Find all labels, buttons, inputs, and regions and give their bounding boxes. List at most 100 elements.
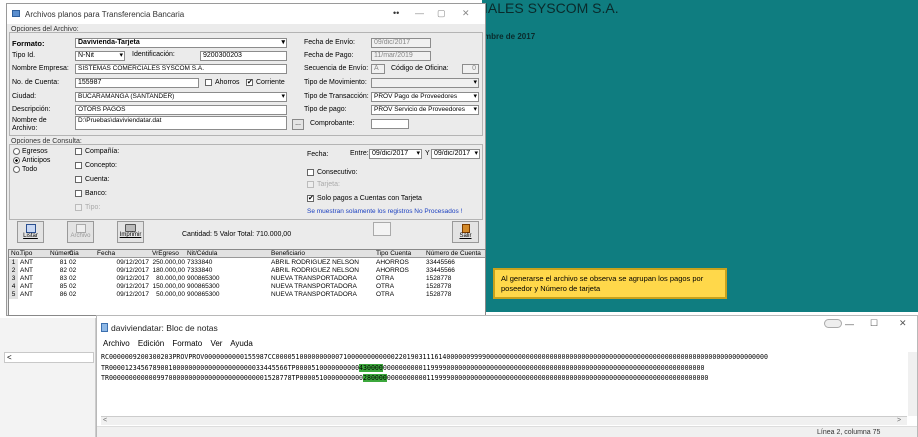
text-line-3-highlight: 280000 [363,374,387,382]
notepad-textarea[interactable]: RC0000009200300203PROVPROV00000000001559… [101,352,907,415]
narch-field[interactable]: D:\Pruebas\daviviendatar.dat [75,116,287,130]
table-row[interactable]: 2 ANT 82 02 09/12/2017 180.000,00 7333840 ABRIL… [9,267,485,275]
tarjeta-checkbox[interactable] [307,181,314,188]
browse-button[interactable]: ... [292,119,304,130]
solo-tarjeta-checkbox[interactable]: ✔ [307,195,314,202]
codofi-field[interactable]: 0 [462,64,479,74]
table-cell: ANT [20,275,33,282]
fecha-label: Fecha: [307,151,329,158]
table-cell: 900865300 [187,291,220,298]
text-line-2-highlight: 430000 [359,363,383,372]
fpago-field[interactable]: 11/mar/2019 [371,51,431,61]
menu-ver[interactable]: Ver [210,339,222,348]
table-header [9,250,485,258]
tipopago-select[interactable]: PROV Servicio de Proveedores [371,105,479,115]
tipo-checkbox[interactable] [75,204,82,211]
transfer-window: Archivos planos para Transferencia Banca… [6,3,486,316]
nombre-label: Nombre Empresa: [12,65,69,72]
salir-label: Salir [459,233,472,239]
notepad-window: daviviendatar: Bloc de notas — ☐ ✕ Archi… [96,315,918,437]
tipomov-select[interactable] [371,78,479,88]
fecha-hasta-field[interactable]: 09/dic/2017 [431,149,480,159]
table-cell: 7333840 [187,259,213,266]
table-cell: ABRIL RODRIGUEZ NELSON [271,267,359,274]
ahorros-checkbox[interactable] [205,79,212,86]
payments-table[interactable]: No. Tipo Número Cia Fecha VrEgreso Nit/Cédula B… [8,249,486,316]
window-extra-icon[interactable]: •• [393,8,399,18]
background-panel [0,318,96,437]
menu-ayuda[interactable]: Ayuda [230,339,253,348]
table-cell: 900865300 [187,275,220,282]
check-icon[interactable] [373,222,391,236]
imprimir-button[interactable]: Imprimir [117,221,144,243]
tipoid-select[interactable]: N-Nit [75,51,125,61]
table-row[interactable]: 1 ANT 81 02 09/12/2017 250.000,00 7333840 ABRIL… [9,259,485,267]
egresos-radio[interactable] [13,148,20,155]
cuenta-field[interactable]: 155987 [75,78,199,88]
table-cell: 09/12/2017 [116,275,149,282]
table-cell: 5 [9,291,18,299]
desc-field[interactable]: OTORS PAGOS [75,105,287,115]
table-row[interactable]: 3 ANT 83 02 09/12/2017 80.000,00 900865300 NUEV… [9,275,485,283]
column-header[interactable]: Número de Cuenta [426,250,481,258]
listar-button[interactable]: Listar [17,221,44,243]
table-row[interactable]: 5 ANT 86 02 09/12/2017 50.000,00 900865300 NUEV… [9,291,485,299]
notepad-minimize[interactable]: — [845,319,854,329]
hscroll-right-icon[interactable]: > [897,417,901,424]
notepad-vscroll[interactable] [908,352,917,416]
concepto-checkbox[interactable] [75,162,82,169]
table-row[interactable]: 4 ANT 85 02 09/12/2017 150.000,00 900865300 NUE… [9,283,485,291]
column-header[interactable]: Cia [69,250,79,258]
table-cell: 02 [69,259,77,266]
cuenta-checkbox[interactable] [75,176,82,183]
menu-archivo[interactable]: Archivo [103,339,130,348]
column-header[interactable]: Tipo Cuenta [376,250,411,258]
menu-edicion[interactable]: Edición [138,339,164,348]
banco-checkbox[interactable] [75,190,82,197]
notepad-extra-icon[interactable] [824,319,842,328]
cantidad-text: Cantidad: 5 Valor Total: 710.000,00 [182,231,292,238]
solo-tarjeta-label: Solo pagos a Cuentas con Tarjeta [317,195,422,202]
background-scrollbar[interactable]: < [4,352,94,363]
compania-label: Compañía: [85,148,120,155]
notepad-maximize[interactable]: ☐ [870,318,878,329]
table-cell: ANT [20,283,33,290]
formato-select[interactable]: Davivienda-Tarjeta [75,38,287,48]
cuenta-label: No. de Cuenta: [12,79,60,86]
notepad-hscroll[interactable]: < > [101,416,907,425]
menu-formato[interactable]: Formato [172,339,202,348]
column-header[interactable]: Fecha [97,250,115,258]
anticipos-radio[interactable] [13,157,20,164]
close-button[interactable]: ✕ [462,8,470,19]
ident-field[interactable]: 9200300203 [200,51,287,61]
fenvio-field[interactable]: 09/dic/2017 [371,38,431,48]
table-cell: 33445566 [426,259,455,266]
ciudad-label: Ciudad: [12,93,37,100]
compania-checkbox[interactable] [75,148,82,155]
minimize-button[interactable]: — [415,8,424,18]
nombre-field[interactable]: SISTEMAS COMERCIALES SYSCOM S.A. [75,64,287,74]
tipotrans-select[interactable]: PROV Pago de Proveedores [371,92,479,102]
ciudad-select[interactable]: BUCARAMANGA (SANTANDER) [75,92,287,102]
todo-radio[interactable] [13,166,20,173]
consecutivo-checkbox[interactable] [307,169,314,176]
column-header[interactable]: Nit/Cédula [187,250,217,258]
maximize-button[interactable]: ▢ [437,8,446,19]
fecha-desde-field[interactable]: 09/dic/2017 [369,149,422,159]
salir-button[interactable]: Salir [452,221,479,243]
corriente-checkbox[interactable]: ✔ [246,79,253,86]
notepad-close[interactable]: ✕ [899,318,907,329]
archivo-button[interactable]: Archivo [67,221,94,243]
table-cell: 7333840 [187,267,213,274]
tipotrans-label: Tipo de Transacción: [304,93,369,100]
hscroll-left-icon[interactable]: < [103,417,107,424]
table-cell: ABRIL RODRIGUEZ NELSON [271,259,359,266]
comprobante-field[interactable] [371,119,409,129]
fpago-label: Fecha de Pago: [304,52,354,59]
column-header[interactable]: VrEgreso [152,250,179,258]
column-header[interactable]: Tipo [20,250,32,258]
table-cell: 83 [59,275,67,282]
text-line-3-a: TR00000000000099700000000000000000000000… [101,374,364,382]
secuencia-field[interactable]: A [371,64,385,74]
column-header[interactable]: Beneficiario [271,250,305,258]
